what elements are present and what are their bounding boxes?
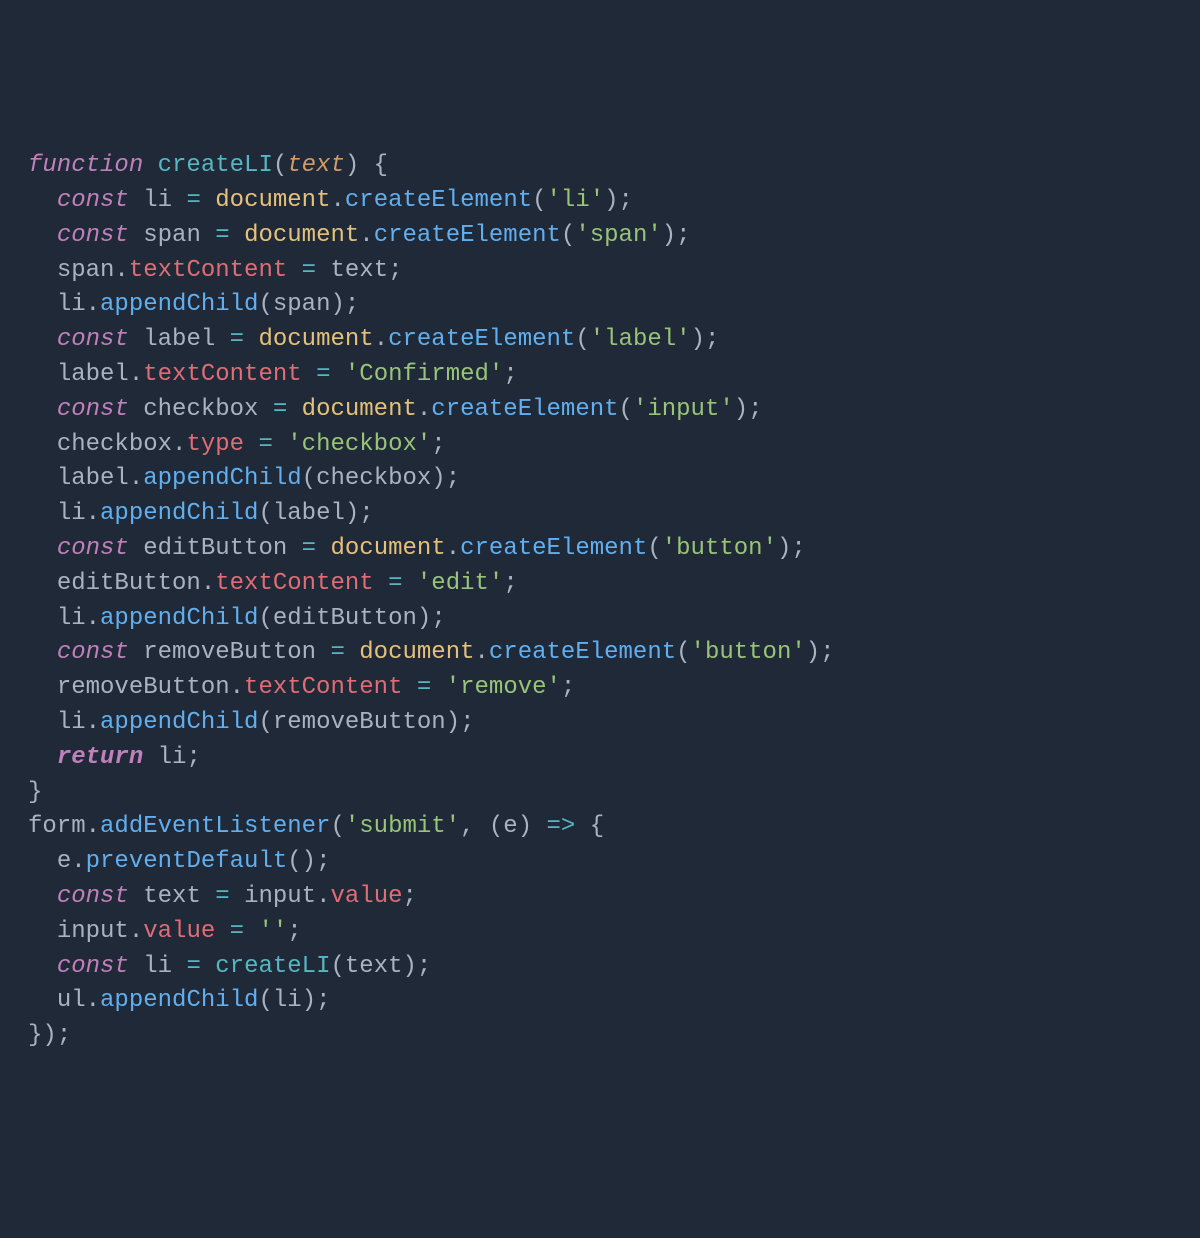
code-line: form.addEventListener('submit', (e) => { bbox=[28, 810, 1200, 845]
code-line: } bbox=[28, 776, 1200, 811]
code-line: }); bbox=[28, 1019, 1200, 1054]
code-line: editButton.textContent = 'edit'; bbox=[28, 567, 1200, 602]
code-line: e.preventDefault(); bbox=[28, 845, 1200, 880]
code-line: span.textContent = text; bbox=[28, 254, 1200, 289]
code-line: const text = input.value; bbox=[28, 880, 1200, 915]
code-line: li.appendChild(editButton); bbox=[28, 602, 1200, 637]
code-line: return li; bbox=[28, 741, 1200, 776]
code-line: input.value = ''; bbox=[28, 915, 1200, 950]
code-line: const checkbox = document.createElement(… bbox=[28, 393, 1200, 428]
code-line: const removeButton = document.createElem… bbox=[28, 636, 1200, 671]
code-line: const li = createLI(text); bbox=[28, 950, 1200, 985]
code-line: const span = document.createElement('spa… bbox=[28, 219, 1200, 254]
code-line: const editButton = document.createElemen… bbox=[28, 532, 1200, 567]
code-line: const li = document.createElement('li'); bbox=[28, 184, 1200, 219]
code-line: label.appendChild(checkbox); bbox=[28, 462, 1200, 497]
code-block: function createLI(text) { const li = doc… bbox=[28, 149, 1200, 1054]
code-line: li.appendChild(removeButton); bbox=[28, 706, 1200, 741]
code-line: label.textContent = 'Confirmed'; bbox=[28, 358, 1200, 393]
code-line: ul.appendChild(li); bbox=[28, 984, 1200, 1019]
code-line: checkbox.type = 'checkbox'; bbox=[28, 428, 1200, 463]
code-line: removeButton.textContent = 'remove'; bbox=[28, 671, 1200, 706]
code-line: const label = document.createElement('la… bbox=[28, 323, 1200, 358]
code-line: function createLI(text) { bbox=[28, 149, 1200, 184]
code-line: li.appendChild(span); bbox=[28, 288, 1200, 323]
code-line: li.appendChild(label); bbox=[28, 497, 1200, 532]
